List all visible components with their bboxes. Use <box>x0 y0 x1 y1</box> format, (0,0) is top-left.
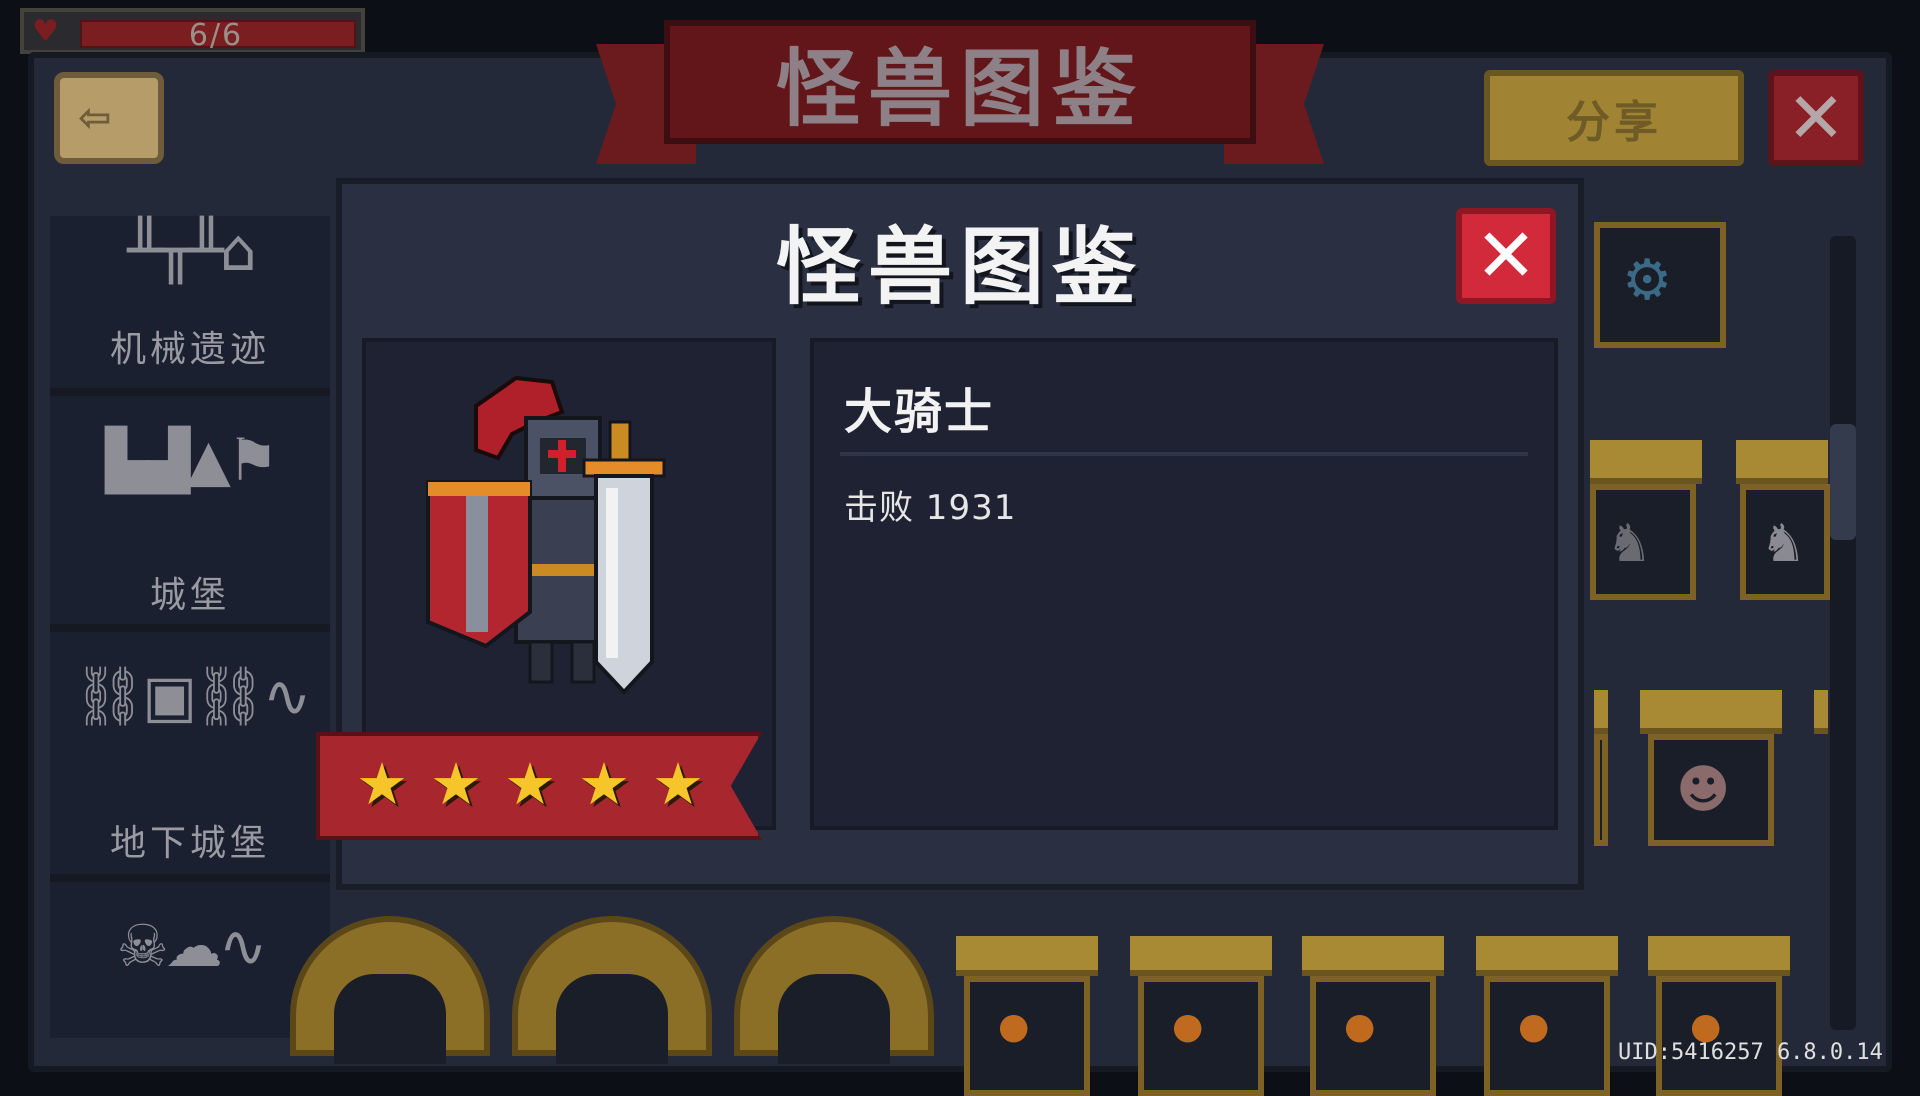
bandit-icon: ☻ <box>1676 760 1731 820</box>
exit-arrow-icon: ⇦ <box>78 95 112 141</box>
shelf-roof <box>1594 690 1608 734</box>
pumpkin-icon: ● <box>1172 1006 1204 1047</box>
star-icon: ★ <box>578 750 630 818</box>
category-mechanical-ruins[interactable]: ╨╥╨⌂ 机械遗迹 <box>50 216 330 396</box>
shelf-roof <box>1640 690 1782 734</box>
pumpkin-icon: ● <box>1518 1006 1550 1047</box>
monster-slot[interactable] <box>1594 734 1608 846</box>
category-underground-castle[interactable]: ⛓▣⛓∿ 地下城堡 <box>50 632 330 882</box>
category-haunted[interactable]: ☠☁∿ <box>50 882 330 1038</box>
monster-slot[interactable]: ● <box>956 936 1098 1096</box>
ruins-icon: ╨╥╨⌂ <box>127 216 257 284</box>
category-label: 机械遗迹 <box>109 329 270 370</box>
monster-slot[interactable]: ♞ <box>1740 484 1830 600</box>
defeat-count: 击败 1931 <box>844 488 1017 528</box>
scrollbar-track[interactable] <box>1830 236 1856 1030</box>
category-castle[interactable]: ▙▟▲⚑ 城堡 <box>50 396 330 632</box>
gear-icon: ⚙ <box>1622 248 1673 313</box>
uid-version-text: UID:5416257 6.8.0.14 <box>1618 1040 1883 1065</box>
dialog-title: 怪兽图鉴 <box>775 218 1144 316</box>
star-icon: ★ <box>356 750 408 818</box>
heart-icon: ♥ <box>32 14 59 49</box>
knight-icon: ♞ <box>1606 514 1653 574</box>
monster-name: 大骑士 <box>844 384 995 440</box>
back-button[interactable]: ⇦ <box>54 72 164 164</box>
monster-slot[interactable]: ☻ <box>1648 734 1774 846</box>
monster-slot[interactable]: ● <box>1302 936 1444 1096</box>
shelf-roof <box>1590 440 1702 484</box>
share-button[interactable]: 分享 <box>1484 70 1744 166</box>
divider <box>840 452 1528 456</box>
knight-icon: ♞ <box>1760 514 1807 574</box>
page-title: 怪兽图鉴 <box>775 39 1144 138</box>
ghost-icon: ☠☁∿ <box>116 912 268 980</box>
star-icon: ★ <box>430 750 482 818</box>
category-label: 地下城堡 <box>109 823 270 864</box>
scrollbar-thumb[interactable] <box>1830 424 1856 540</box>
monster-slot[interactable]: ● <box>1476 936 1618 1096</box>
monster-slot[interactable]: ♞ <box>1590 484 1696 600</box>
star-icon: ★ <box>652 750 704 818</box>
castle-icon: ▙▟▲⚑ <box>105 426 279 494</box>
pumpkin-icon: ● <box>998 1006 1030 1047</box>
dialog-close-button[interactable]: ✕ <box>1456 208 1556 304</box>
hp-text: 6/6 <box>188 18 244 53</box>
monster-slot[interactable]: ● <box>1648 936 1790 1096</box>
shelf-roof <box>1814 690 1828 734</box>
star-icon: ★ <box>504 750 556 818</box>
hp-bar: ♥ 6/6 <box>20 8 365 54</box>
dungeon-icon: ⛓▣⛓∿ <box>72 662 312 730</box>
shelf-roof <box>1736 440 1828 484</box>
close-button[interactable]: ✕ <box>1768 70 1864 166</box>
pumpkin-icon: ● <box>1344 1006 1376 1047</box>
monster-slot[interactable]: ⚙ <box>1594 222 1726 348</box>
monster-slot[interactable]: ● <box>1130 936 1272 1096</box>
category-label: 城堡 <box>149 575 230 616</box>
